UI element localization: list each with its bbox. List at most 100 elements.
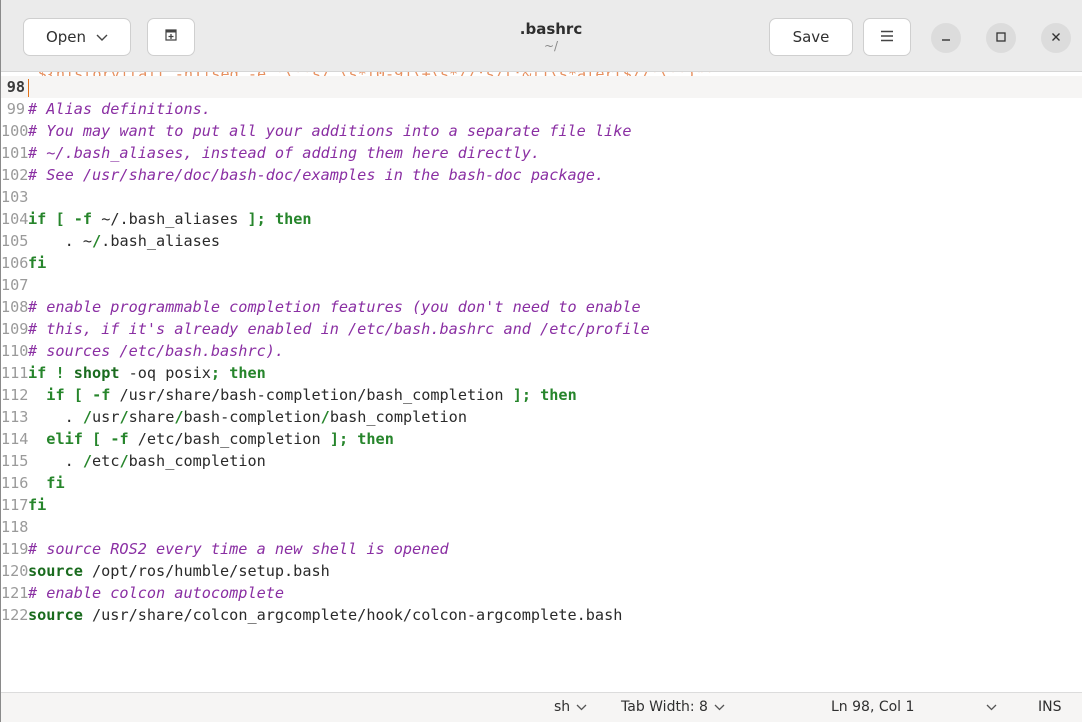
code-editor[interactable]: ${history|tail -n1|sed -e '\''s/^\s*[0-9… bbox=[1, 72, 1082, 692]
code-text: source /opt/ros/humble/setup.bash bbox=[28, 562, 330, 580]
code-line[interactable]: 105 . ~/.bash_aliases bbox=[1, 230, 1082, 252]
line-number: 120 bbox=[1, 562, 29, 580]
language-selector[interactable]: sh bbox=[554, 699, 587, 715]
open-button[interactable]: Open bbox=[23, 18, 131, 56]
text-token: /etc/bash_completion bbox=[128, 430, 330, 448]
code-text: # source ROS2 every time a new shell is … bbox=[28, 540, 449, 558]
keyword-token: if bbox=[46, 386, 65, 404]
keyword-token: / bbox=[92, 232, 102, 250]
keyword-token: ]; bbox=[329, 430, 349, 448]
new-tab-button[interactable] bbox=[147, 18, 195, 56]
line-number: 113 bbox=[1, 408, 29, 426]
line-number: 103 bbox=[1, 188, 29, 206]
keyword-token: then bbox=[357, 430, 394, 448]
line-number: 101 bbox=[1, 144, 29, 162]
code-line[interactable]: 121# enable colcon autocomplete bbox=[1, 582, 1082, 604]
keyword-token: / bbox=[320, 408, 330, 426]
code-line[interactable]: 112 if [ -f /usr/share/bash-completion/b… bbox=[1, 384, 1082, 406]
text-token: . bbox=[28, 408, 83, 426]
code-text: elif [ -f /etc/bash_completion ]; then bbox=[28, 430, 394, 448]
close-button[interactable] bbox=[1041, 23, 1071, 53]
code-line[interactable]: 103 bbox=[1, 186, 1082, 208]
keyword-token: / bbox=[82, 408, 93, 426]
code-text: # You may want to put all your additions… bbox=[28, 122, 631, 140]
code-text bbox=[28, 78, 29, 97]
keyword-token: fi bbox=[46, 474, 65, 492]
cursor-position-label: Ln 98, Col 1 bbox=[831, 699, 915, 715]
line-number: 114 bbox=[1, 430, 29, 448]
minimize-button[interactable] bbox=[931, 23, 961, 53]
line-number: 108 bbox=[1, 298, 29, 316]
text-token: ~/.bash_aliases bbox=[92, 210, 248, 228]
code-line[interactable]: 109# this, if it's already enabled in /e… bbox=[1, 318, 1082, 340]
line-number: 119 bbox=[1, 540, 29, 558]
insert-mode-indicator[interactable]: INS bbox=[1038, 699, 1062, 715]
code-line[interactable]: 116 fi bbox=[1, 472, 1082, 494]
code-line[interactable]: 113 . /usr/share/bash-completion/bash_co… bbox=[1, 406, 1082, 428]
cursor-position[interactable]: Ln 98, Col 1 bbox=[831, 699, 914, 715]
line-number: 99 bbox=[6, 100, 25, 118]
keyword-token: -f bbox=[73, 210, 93, 228]
comment-token: # You may want to put all your additions… bbox=[28, 122, 632, 140]
keyword-token: source bbox=[28, 562, 83, 580]
new-tab-icon bbox=[163, 27, 179, 47]
code-line[interactable]: 120source /opt/ros/humble/setup.bash bbox=[1, 560, 1082, 582]
line-number: 105 bbox=[1, 232, 29, 250]
code-line[interactable]: 119# source ROS2 every time a new shell … bbox=[1, 538, 1082, 560]
keyword-token: then bbox=[274, 210, 312, 228]
code-line[interactable]: 99 # Alias definitions. bbox=[1, 98, 1082, 120]
status-bar: sh Tab Width: 8 Ln 98, Col 1 INS bbox=[1, 692, 1082, 722]
code-line[interactable]: 117fi bbox=[1, 494, 1082, 516]
code-line[interactable]: 101# ~/.bash_aliases, instead of adding … bbox=[1, 142, 1082, 164]
code-line[interactable]: 111if ! shopt -oq posix; then bbox=[1, 362, 1082, 384]
line-number: 104 bbox=[1, 210, 29, 228]
chevron-down-icon bbox=[96, 28, 108, 46]
save-button[interactable]: Save bbox=[769, 18, 853, 56]
chevron-down-icon bbox=[986, 699, 997, 715]
keyword-token: / bbox=[174, 408, 184, 426]
code-line[interactable]: 115 . /etc/bash_completion bbox=[1, 450, 1082, 472]
keyword-token: fi bbox=[28, 254, 47, 272]
code-line[interactable]: 110# sources /etc/bash.bashrc). bbox=[1, 340, 1082, 362]
maximize-button[interactable] bbox=[986, 23, 1016, 53]
code-line[interactable]: 98 bbox=[1, 76, 1082, 98]
code-line[interactable]: 106fi bbox=[1, 252, 1082, 274]
code-line[interactable]: 107 bbox=[1, 274, 1082, 296]
title-area: .bashrc ~/ bbox=[401, 20, 701, 53]
code-text: # ~/.bash_aliases, instead of adding the… bbox=[28, 144, 540, 162]
comment-token: # this, if it's already enabled in /etc/… bbox=[28, 320, 650, 338]
code-line[interactable]: 118 bbox=[1, 516, 1082, 538]
code-line[interactable]: 108# enable programmable completion feat… bbox=[1, 296, 1082, 318]
text-token: bash-completion bbox=[183, 408, 321, 426]
text-token: .bash_aliases bbox=[101, 232, 221, 250]
chevron-down-icon bbox=[576, 701, 587, 714]
code-text: # this, if it's already enabled in /etc/… bbox=[28, 320, 650, 338]
line-number: 112 bbox=[1, 386, 29, 404]
line-number: 100 bbox=[1, 122, 29, 140]
code-line[interactable]: 102# See /usr/share/doc/bash-doc/example… bbox=[1, 164, 1082, 186]
keyword-token: then bbox=[540, 386, 577, 404]
text-token: -oq posix bbox=[119, 364, 211, 382]
code-line[interactable]: 114 elif [ -f /etc/bash_completion ]; th… bbox=[1, 428, 1082, 450]
code-text: fi bbox=[28, 474, 65, 492]
position-dropdown[interactable] bbox=[986, 699, 997, 715]
code-line[interactable]: 122source /usr/share/colcon_argcomplete/… bbox=[1, 604, 1082, 626]
line-number: 109 bbox=[1, 320, 29, 338]
code-text: fi bbox=[28, 254, 46, 272]
line-number: 118 bbox=[1, 518, 29, 536]
keyword-token: ! bbox=[55, 364, 65, 382]
menu-button[interactable] bbox=[863, 18, 911, 56]
keyword-token: shopt bbox=[73, 364, 120, 382]
tab-width-selector[interactable]: Tab Width: 8 bbox=[621, 699, 725, 715]
code-line[interactable]: 104if [ -f ~/.bash_aliases ]; then bbox=[1, 208, 1082, 230]
code-line[interactable]: 100# You may want to put all your additi… bbox=[1, 120, 1082, 142]
code-text: . /usr/share/bash-completion/bash_comple… bbox=[28, 408, 467, 426]
code-text: if [ -f /usr/share/bash-completion/bash_… bbox=[28, 386, 577, 404]
text-token: /opt/ros/humble/setup.bash bbox=[82, 562, 330, 580]
code-text: # enable programmable completion feature… bbox=[28, 298, 641, 316]
keyword-token: [ bbox=[55, 210, 65, 228]
code-text: # See /usr/share/doc/bash-doc/examples i… bbox=[28, 166, 604, 184]
